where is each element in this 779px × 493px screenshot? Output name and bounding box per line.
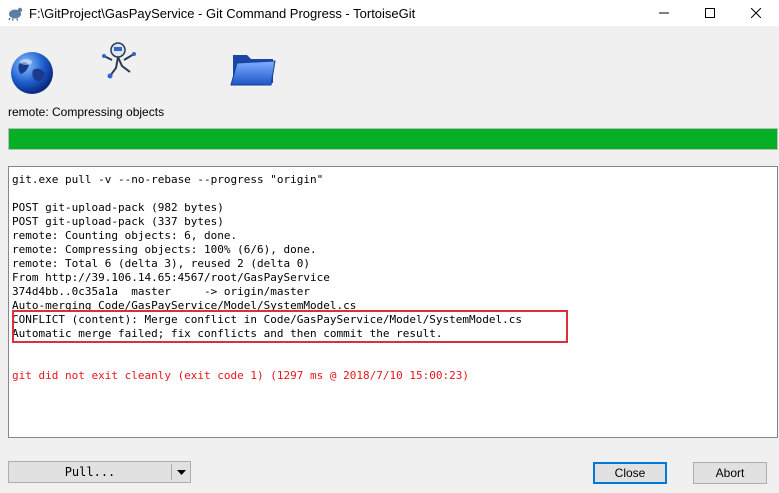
progress-bar xyxy=(8,128,778,150)
log-line: 374d4bb..0c35a1a master -> origin/master xyxy=(12,285,311,298)
globe-icon xyxy=(9,50,55,101)
log-line: git did not exit cleanly (exit code 1) (… xyxy=(12,369,469,382)
minimize-icon xyxy=(659,12,669,14)
log-line: remote: Compressing objects: 100% (6/6),… xyxy=(12,243,317,256)
pull-button[interactable]: Pull... xyxy=(9,462,171,482)
maximize-button[interactable] xyxy=(687,0,733,26)
log-line: POST git-upload-pack (337 bytes) xyxy=(12,215,224,228)
progress-bar-fill xyxy=(9,129,777,149)
minimize-button[interactable] xyxy=(641,0,687,26)
status-text: remote: Compressing objects xyxy=(8,105,165,119)
abort-button[interactable]: Abort xyxy=(693,462,767,484)
log-line: CONFLICT (content): Merge conflict in Co… xyxy=(12,313,522,326)
log-line: git.exe pull -v --no-rebase --progress "… xyxy=(12,173,324,186)
chevron-down-icon xyxy=(176,469,186,475)
command-output-log[interactable]: git.exe pull -v --no-rebase --progress "… xyxy=(8,166,778,438)
tortoisegit-app-icon xyxy=(7,5,23,21)
close-window-button[interactable] xyxy=(733,0,779,26)
log-line: remote: Total 6 (delta 3), reused 2 (del… xyxy=(12,257,311,270)
title-bar: F:\GitProject\GasPayService - Git Comman… xyxy=(0,0,779,26)
folder-icon xyxy=(229,47,277,92)
robot-icon xyxy=(96,38,140,87)
maximize-icon xyxy=(705,8,715,18)
close-button[interactable]: Close xyxy=(593,462,667,484)
log-line: Automatic merge failed; fix conflicts an… xyxy=(12,327,443,340)
log-line: From http://39.106.14.65:4567/root/GasPa… xyxy=(12,271,330,284)
log-line: remote: Counting objects: 6, done. xyxy=(12,229,238,242)
progress-animation-area xyxy=(0,36,779,96)
log-line: Auto-merging Code/GasPayService/Model/Sy… xyxy=(12,299,357,312)
pull-dropdown-arrow[interactable] xyxy=(172,462,190,482)
pull-split-button[interactable]: Pull... xyxy=(8,461,191,483)
log-line: POST git-upload-pack (982 bytes) xyxy=(12,201,224,214)
window-title: F:\GitProject\GasPayService - Git Comman… xyxy=(29,5,416,21)
close-icon xyxy=(751,8,761,18)
